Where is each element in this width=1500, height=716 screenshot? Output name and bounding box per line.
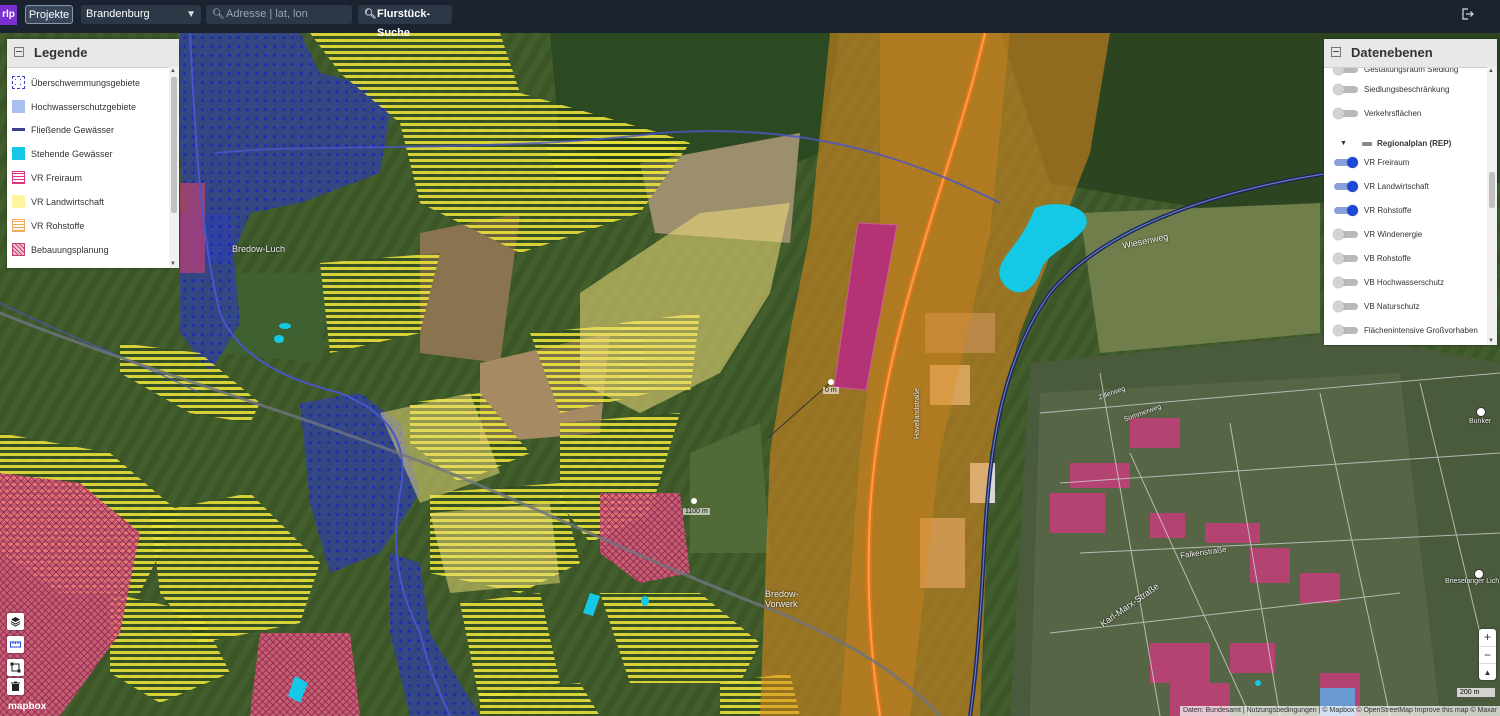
map-label-bredow-luch: Bredow-Luch [232,244,286,254]
layer-label: VR Rohstoffe [1364,206,1412,215]
layer-label: VR Windenergie [1364,230,1423,239]
layer-label: VR Landwirtschaft [1364,182,1429,191]
layer-label: VR Freiraum [1364,158,1410,167]
address-placeholder: Adresse | lat, lon [226,8,308,20]
layers-list: Gestaltungsraum Siedlung Siedlungsbeschr… [1324,68,1487,345]
legend-item-label: Bebauungsplanung [31,245,109,255]
map-label-havellandstrasse: Havellandstraße [913,388,921,439]
projects-button[interactable]: Projekte [25,5,73,24]
layers-tool-button[interactable] [7,613,24,630]
legend-swatch-flood-icon [12,76,25,89]
polygon-icon [10,662,21,673]
legend-item-label: VR Rohstoffe [31,221,85,231]
address-search-input[interactable]: 🔍︎ Adresse | lat, lon [206,5,352,24]
map-label-bunker: Bunker [1469,418,1492,425]
layer-toggle[interactable] [1333,325,1358,336]
legend-scrollbar[interactable]: ▲ ▼ [169,67,179,268]
layer-toggle[interactable] [1333,253,1358,264]
layer-group-label: Regionalplan (REP) [1377,139,1452,148]
legend-panel: Legende Überschwemmungsgebiete Hochwasse… [7,39,179,268]
legend-swatch-river-icon [12,128,25,131]
chevron-down-icon: ▼ [186,9,196,20]
search-icon: 🔍︎ [364,9,377,20]
legend-header[interactable]: Legende [7,39,179,68]
legend-item-label: Überschwemmungsgebiete [31,78,141,88]
map-label-brieselanger: Brieselanger Lich [1445,578,1500,585]
legend-swatch-rohstoffe-icon [12,219,25,232]
zoom-out-button[interactable]: − [1479,646,1496,664]
layer-toggle[interactable] [1334,205,1358,216]
map-canvas[interactable] [0,33,1500,716]
scroll-up-icon[interactable]: ▲ [1488,68,1494,74]
draw-polygon-button[interactable] [7,659,24,676]
layer-label: VB Naturschutz [1364,302,1420,311]
compass-button[interactable]: ▲ [1479,663,1496,681]
delete-button[interactable] [7,678,24,695]
state-select-value: Brandenburg [86,8,150,20]
layer-group-icon [1362,142,1372,146]
layers-title: Datenebenen [1351,45,1433,60]
legend-swatch-freiraum-icon [12,171,25,184]
collapse-icon[interactable] [14,47,24,57]
legend-item-label: Hochwasserschutzgebiete [31,102,137,112]
map-attribution[interactable]: Daten: Bundesamt | Nutzungsbedingungen |… [1179,706,1500,716]
layer-label: Gestaltungsraum Siedlung [1364,68,1459,74]
legend-title: Legende [34,45,88,60]
map-label-bredow-vorwerk: Bredow- Vorwerk [765,589,799,609]
legend-item-label: Stehende Gewässer [31,149,113,159]
poi-icon [1476,407,1486,417]
parcel-search-button[interactable]: 🔍︎ Flurstück-Suche [358,5,452,39]
legend-swatch-bebauung-icon [12,243,25,256]
layer-label: Flächenintensive Großvorhaben [1364,326,1478,335]
layer-toggle[interactable] [1333,229,1358,240]
layers-header[interactable]: Datenebenen [1324,39,1497,68]
chevron-down-icon[interactable]: ▼ [1340,135,1347,153]
layer-toggle[interactable] [1333,108,1358,119]
legend-swatch-flood-protection-icon [12,100,25,113]
layer-label: Verkehrsflächen [1364,109,1422,118]
search-icon: 🔍︎ [212,9,225,20]
layers-icon [10,617,21,627]
scrollbar-thumb[interactable] [1489,172,1495,208]
zoom-controls: + − ▲ [1479,629,1496,680]
ruler-icon [10,641,21,648]
collapse-icon[interactable] [1331,47,1341,57]
layer-toggle[interactable] [1333,84,1358,95]
scroll-down-icon[interactable]: ▼ [1488,338,1494,344]
app-logo[interactable]: rlp [0,5,17,25]
mapbox-logo[interactable]: mapbox [8,701,46,712]
legend-item-label: VR Freiraum [31,173,83,183]
layer-label: VB Hochwasserschutz [1364,278,1445,287]
zoom-in-button[interactable]: + [1479,629,1496,646]
layer-label: VB Rohstoffe [1364,254,1411,263]
layer-toggle[interactable] [1333,301,1358,312]
measure-label-end: 1100 m [683,508,710,515]
measure-tool-button[interactable] [7,636,24,653]
legend-item-label: Fließende Gewässer [31,125,115,135]
layer-toggle[interactable] [1333,68,1358,75]
layer-toggle[interactable] [1334,157,1358,168]
legend-swatch-lake-icon [12,147,25,160]
state-select[interactable]: Brandenburg ▼ [81,5,201,24]
layers-panel: Datenebenen Gestaltungsraum Siedlung Sie… [1324,39,1497,345]
measure-label-start: 0 m [823,387,839,394]
layer-toggle[interactable] [1334,181,1358,192]
legend-swatch-landwirtschaft-icon [12,195,25,208]
map-label-bredow-vorwerk-line2: Vorwerk [765,599,798,609]
scrollbar-thumb[interactable] [171,77,177,213]
scale-bar: 200 m [1456,688,1496,698]
layer-label: Siedlungsbeschränkung [1364,85,1450,94]
scroll-up-icon[interactable]: ▲ [170,68,176,74]
top-bar: rlp Projekte Brandenburg ▼ 🔍︎ Adresse | … [0,0,1500,39]
trash-icon [11,681,20,691]
layers-scrollbar[interactable]: ▲ ▼ [1487,67,1497,345]
poi-icon [1474,569,1484,579]
scroll-down-icon[interactable]: ▼ [170,261,176,267]
map-label-bredow-vorwerk-line1: Bredow- [765,589,799,599]
legend-item-label: VR Landwirtschaft [31,197,105,207]
logout-icon[interactable] [1462,8,1474,20]
layer-toggle[interactable] [1333,277,1358,288]
